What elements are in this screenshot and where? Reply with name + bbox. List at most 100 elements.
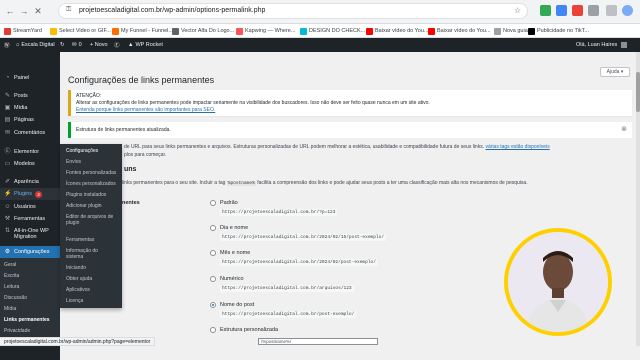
- option-mes-e-nome[interactable]: Mês e nome: [210, 250, 250, 256]
- extension-icon[interactable]: [556, 5, 567, 16]
- option-padrao[interactable]: Padrão: [210, 200, 238, 206]
- submenu-item-links-permanentes[interactable]: Links permanentes: [4, 317, 50, 323]
- tag-paragraph: links permanentes para o seu site. Inclu…: [122, 180, 528, 186]
- submenu-item-midia[interactable]: Mídia: [4, 306, 16, 312]
- extension-icon[interactable]: [540, 5, 551, 16]
- split-view-icon[interactable]: [606, 5, 617, 16]
- radio-button[interactable]: [210, 225, 216, 231]
- my-account-link[interactable]: Olá, Luan Haires: [576, 38, 628, 52]
- sidebar-item-posts[interactable]: ✎ Posts: [0, 90, 60, 102]
- flyout-item[interactable]: Iniciando: [66, 265, 86, 271]
- option-estrutura-personalizada[interactable]: Estrutura personalizada: [210, 327, 278, 333]
- updates-icon[interactable]: ↻: [60, 38, 65, 52]
- bookmark-item[interactable]: StreamYard: [4, 26, 42, 36]
- radio-button[interactable]: [210, 276, 216, 282]
- radio-button[interactable]: [210, 250, 216, 256]
- flyout-item[interactable]: Adicionar plugin: [66, 203, 102, 209]
- sidebar-item-configuracoes[interactable]: ⚙ Configurações: [0, 246, 60, 258]
- flyout-item[interactable]: Ícones personalizados: [66, 181, 116, 187]
- flyout-item[interactable]: Configurações: [66, 148, 98, 154]
- avatar: [621, 42, 628, 48]
- submenu-item-escrita[interactable]: Escrita: [4, 273, 19, 279]
- sidebar-item-elementor[interactable]: Ⓔ Elementor: [0, 146, 60, 158]
- tags-available-link[interactable]: várias tags estão disponíveis: [486, 144, 550, 150]
- radio-button[interactable]: [210, 200, 216, 206]
- wrench-icon: ⚒: [4, 215, 11, 222]
- flyout-item[interactable]: Fontes personalizadas: [66, 170, 116, 176]
- bookmark-item[interactable]: Select Video or GIF...: [50, 26, 111, 36]
- sidebar-item-plugins[interactable]: ⚡ Plugins 3: [0, 188, 60, 200]
- sidebar-item-ferramentas[interactable]: ⚒ Ferramentas: [0, 213, 60, 225]
- sidebar-item-modelos[interactable]: ▭ Modelos: [0, 158, 60, 170]
- elementor-admin-icon[interactable]: Ⓔ: [114, 38, 120, 52]
- submenu-item-discussao[interactable]: Discussão: [4, 295, 27, 301]
- option-dia-e-nome[interactable]: Dia e nome: [210, 225, 248, 231]
- browser-toolbar: ← → ✕ ⚿ projetoescaladigital.com.br/wp-a…: [0, 0, 640, 24]
- radio-button[interactable]: [210, 327, 216, 333]
- back-icon[interactable]: ←: [4, 5, 16, 17]
- bookmark-favicon-icon: [172, 27, 179, 35]
- address-url[interactable]: projetoescaladigital.com.br/wp-admin/opt…: [79, 7, 265, 14]
- wp-rocket-link[interactable]: ▲ WP Rocket: [128, 38, 163, 52]
- forward-icon[interactable]: →: [18, 5, 30, 17]
- extension-icon[interactable]: [572, 5, 583, 16]
- submenu-item-geral[interactable]: Geral: [4, 262, 16, 268]
- bookmark-item[interactable]: Kapwing — Where...: [236, 26, 295, 36]
- address-bar[interactable]: ⚿ projetoescaladigital.com.br/wp-admin/o…: [58, 3, 528, 19]
- site-name-link[interactable]: ⌂ Escala Digital: [16, 38, 55, 52]
- option-numerico[interactable]: Numérico: [210, 276, 244, 282]
- stop-icon[interactable]: ✕: [32, 5, 44, 17]
- flyout-item[interactable]: Informação do sistema: [66, 248, 116, 260]
- bookmark-item[interactable]: Baixar vídeo do You...: [428, 26, 491, 36]
- sidebar-item-usuarios[interactable]: ☺ Usuários: [0, 201, 60, 213]
- intro-paragraph-line2: plos para começar.: [124, 152, 167, 158]
- scrollbar-thumb[interactable]: [636, 72, 640, 112]
- bookmark-favicon-icon: [428, 27, 435, 35]
- sidebar-item-comentarios[interactable]: ✉ Comentários: [0, 127, 60, 139]
- help-button[interactable]: Ajuda ▾: [600, 67, 630, 77]
- warning-link[interactable]: Entenda porque links permanentes são imp…: [76, 107, 215, 113]
- sidebar-item-all-in-one-migration[interactable]: ⇅ All-in-One WP Migration: [0, 228, 60, 246]
- sidebar-item-midia[interactable]: ▣ Mídia: [0, 102, 60, 114]
- bookmark-favicon-icon: [236, 27, 243, 35]
- success-notice: Estrutura de links permanentes atualizad…: [68, 122, 632, 138]
- bookmark-item[interactable]: Vector Alfa Do Logo...: [172, 26, 234, 36]
- home-icon: ⌂: [16, 42, 20, 48]
- bookmark-item[interactable]: Publicidade no TikT...: [528, 26, 589, 36]
- submenu-item-privacidade[interactable]: Privacidade: [4, 328, 30, 334]
- sidebar-item-painel[interactable]: ◔ Painel: [0, 72, 60, 84]
- submenu-item-leitura[interactable]: Leitura: [4, 284, 19, 290]
- page-scrollbar[interactable]: [636, 52, 640, 346]
- pin-icon: ✎: [4, 92, 11, 99]
- sidebar-item-paginas[interactable]: ▤ Páginas: [0, 114, 60, 126]
- dismiss-icon[interactable]: ⊗: [621, 125, 627, 133]
- radio-button-selected[interactable]: [210, 302, 216, 308]
- extensions-puzzle-icon[interactable]: [588, 5, 599, 16]
- bookmark-item[interactable]: DESIGN DO CHECK...: [300, 26, 365, 36]
- migration-icon: ⇅: [4, 228, 11, 234]
- flyout-item[interactable]: Aplicativos: [66, 287, 90, 293]
- option-nome-do-post[interactable]: Nome do post: [210, 302, 254, 308]
- flyout-item[interactable]: Plugins instalados: [66, 192, 106, 198]
- bookmarks-bar: StreamYard Select Video or GIF... My Fun…: [0, 24, 640, 38]
- bookmark-star-icon[interactable]: ☆: [514, 6, 521, 15]
- bookmark-item[interactable]: Baixar vídeo do You...: [366, 26, 429, 36]
- custom-structure-input[interactable]: /%postname%/: [258, 338, 378, 345]
- flyout-item[interactable]: Licença: [66, 298, 83, 304]
- wp-logo-icon[interactable]: Ⓦ: [4, 38, 10, 52]
- new-content-link[interactable]: + Novo: [90, 38, 108, 52]
- flyout-item[interactable]: Obter ajuda: [66, 276, 92, 282]
- bookmark-item[interactable]: My Funnel - Funnel...: [112, 26, 173, 36]
- success-text: Estrutura de links permanentes atualizad…: [76, 127, 171, 133]
- flyout-item[interactable]: Envios: [66, 159, 81, 165]
- profile-avatar[interactable]: [622, 5, 633, 16]
- flyout-item[interactable]: Editor de arquivos de plugin: [66, 214, 118, 226]
- sidebar-item-aparencia[interactable]: ✐ Aparência: [0, 176, 60, 188]
- elementor-icon: Ⓔ: [4, 148, 11, 155]
- bookmark-item[interactable]: Nova guia: [494, 26, 528, 36]
- flyout-item[interactable]: Ferramentas: [66, 237, 94, 243]
- example-url-mes-e-nome: https://projetoescaladigital.com.br/2024…: [220, 259, 378, 266]
- example-url-numerico: https://projetoescaladigital.com.br/arqu…: [220, 285, 354, 292]
- page-title: Configurações de links permanentes: [68, 75, 215, 85]
- comments-link[interactable]: ✉ 0: [72, 38, 82, 52]
